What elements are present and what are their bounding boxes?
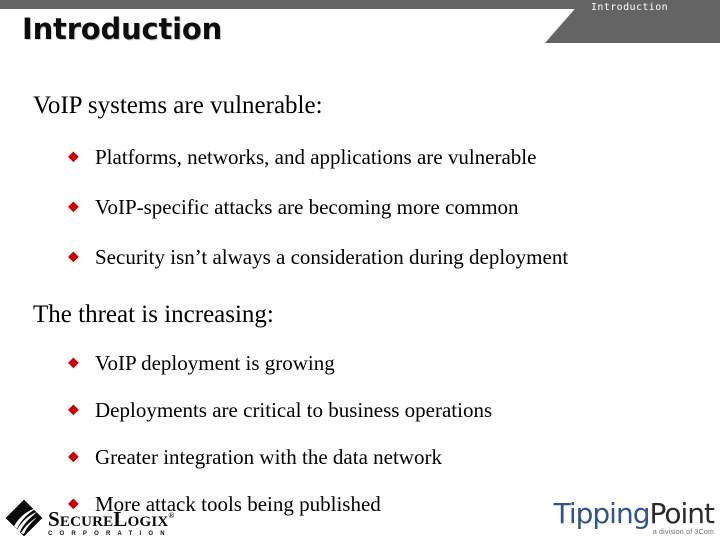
tippingpoint-logo: TippingPoint a division of 3Com: [553, 497, 715, 537]
section-heading: VoIP systems are vulnerable:: [33, 92, 323, 119]
list-item-label: Deployments are critical to business ope…: [95, 398, 493, 422]
tippingpoint-name-first: Tipping: [553, 497, 651, 530]
content-section: VoIP systems are vulnerable: ◆ Platforms…: [0, 92, 720, 270]
securelogix-diamond-icon: [5, 499, 44, 538]
list-item-label: Platforms, networks, and applications ar…: [95, 145, 537, 169]
tippingpoint-tagline: a division of 3Com: [652, 529, 714, 536]
list-item: ◆ Deployments are critical to business o…: [0, 398, 720, 423]
diamond-bullet-icon: ◆: [68, 249, 79, 265]
diamond-bullet-icon: ◆: [68, 355, 79, 371]
diamond-bullet-icon: ◆: [68, 199, 79, 215]
tippingpoint-name-second: Point: [649, 497, 715, 530]
securelogix-wordmark: SecureLogix® CORPORATION: [48, 509, 175, 538]
tippingpoint-wordmark: TippingPoint: [553, 497, 715, 530]
diamond-bullet-icon: ◆: [68, 449, 79, 465]
list-item: ◆ Platforms, networks, and applications …: [0, 145, 720, 170]
list-item-label: Greater integration with the data networ…: [95, 445, 442, 469]
diamond-bullet-icon: ◆: [68, 149, 79, 165]
slide-body: VoIP systems are vulnerable: ◆ Platforms…: [0, 62, 720, 540]
list-item: ◆ VoIP-specific attacks are becoming mor…: [0, 195, 720, 220]
list-item-label: VoIP-specific attacks are becoming more …: [95, 195, 519, 219]
securelogix-name: SecureLogix®: [48, 509, 175, 530]
registered-mark-icon: ®: [168, 511, 175, 520]
header-banner-label: Introduction: [591, 2, 669, 13]
presentation-slide: Introduction Introduction VoIP systems a…: [0, 0, 720, 540]
list-item: ◆ VoIP deployment is growing: [0, 351, 720, 376]
list-item: ◆ Greater integration with the data netw…: [0, 445, 720, 470]
header-banner-shape: [545, 9, 720, 43]
page-title: Introduction: [22, 12, 223, 46]
diamond-bullet-icon: ◆: [68, 402, 79, 418]
securelogix-logo: SecureLogix® CORPORATION: [5, 498, 175, 538]
section-heading: The threat is increasing:: [33, 301, 274, 328]
securelogix-subtitle: CORPORATION: [48, 531, 172, 537]
securelogix-name-text: SecureLogix: [48, 507, 169, 531]
list-item-label: VoIP deployment is growing: [95, 351, 335, 375]
list-item-label: Security isn’t always a consideration du…: [95, 245, 569, 269]
bullet-list: ◆ Platforms, networks, and applications …: [0, 145, 720, 270]
list-item: ◆ Security isn’t always a consideration …: [0, 245, 720, 270]
